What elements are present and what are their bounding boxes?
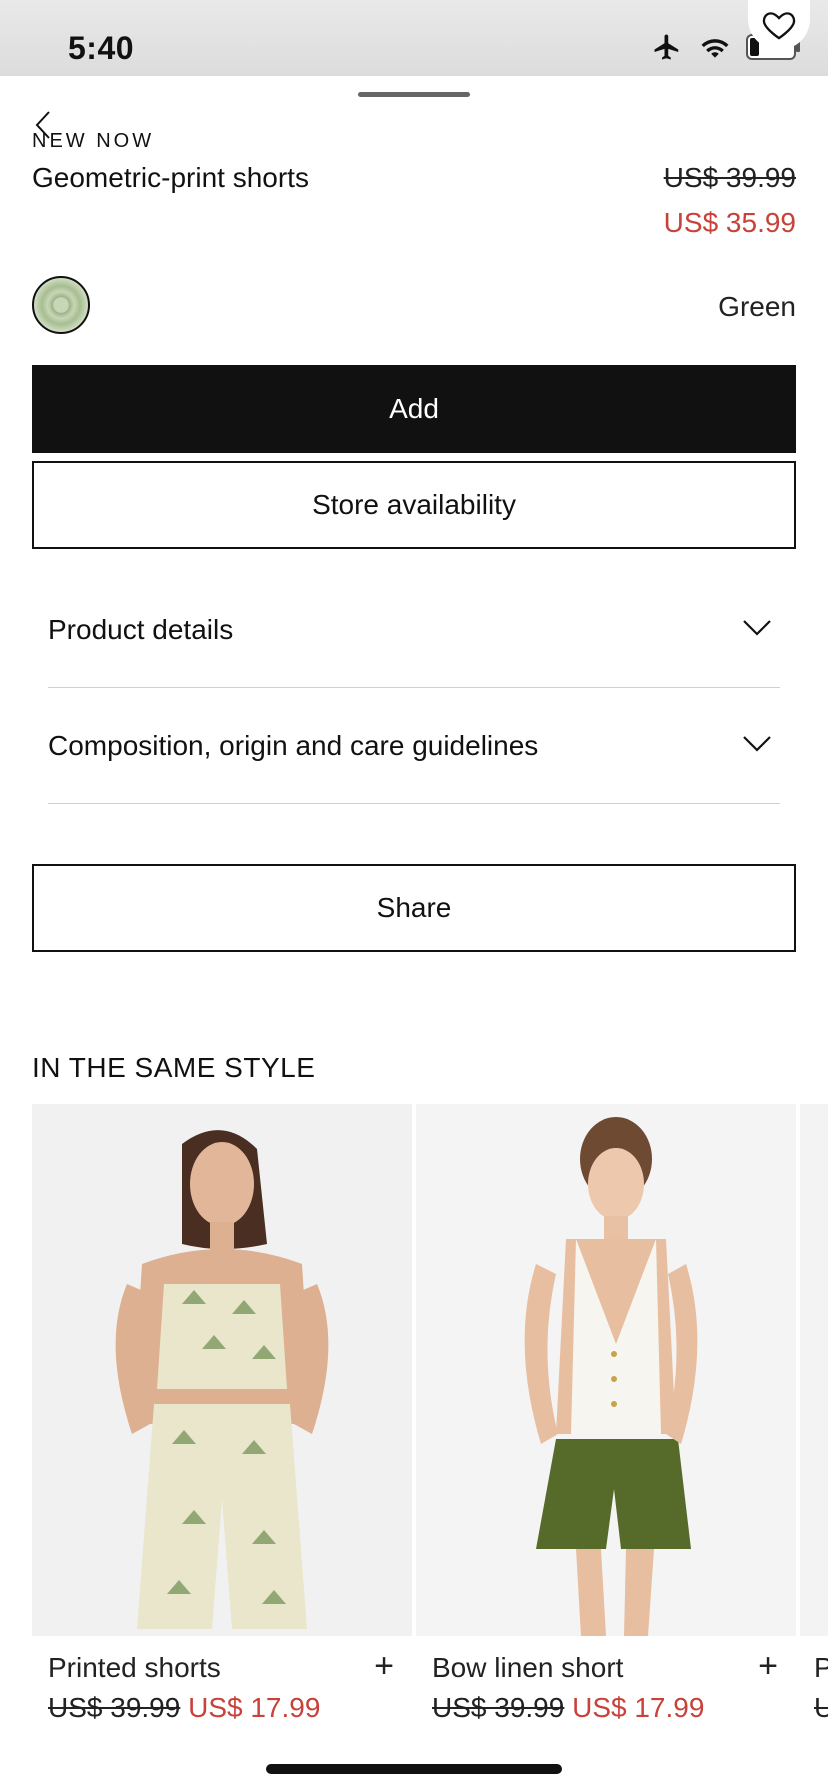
add-button-label: Add xyxy=(389,393,439,424)
product-image[interactable] xyxy=(32,1104,412,1636)
product-card-original-price: US$ 39.99 xyxy=(432,1692,565,1723)
heart-icon xyxy=(762,12,796,40)
add-to-bag-button[interactable]: Add xyxy=(32,365,796,453)
product-card-sale-price: US$ 17.99 xyxy=(188,1692,321,1723)
sheet-drag-handle[interactable] xyxy=(358,92,470,97)
selected-color-label: Green xyxy=(718,291,796,322)
product-card-sale-price: US$ 17.99 xyxy=(572,1692,705,1723)
product-card[interactable]: P xyxy=(798,1104,828,1684)
related-products-carousel[interactable]: Printed shorts + Bow linen short + P xyxy=(32,1104,828,1684)
related-prices-row: US$ 39.99 US$ 17.99 US$ 39.99 US$ 17.99 … xyxy=(32,1692,828,1732)
store-availability-label: Store availability xyxy=(312,489,516,520)
product-image[interactable] xyxy=(416,1104,796,1636)
accordion-composition-care[interactable]: Composition, origin and care guidelines xyxy=(48,688,780,804)
product-sale-price: US$ 35.99 xyxy=(663,207,796,238)
chevron-down-icon xyxy=(743,736,771,752)
related-section-title: IN THE SAME STYLE xyxy=(32,1052,316,1083)
product-image[interactable] xyxy=(798,1104,828,1636)
share-button[interactable]: Share xyxy=(32,864,796,952)
product-card-name: P xyxy=(814,1652,828,1683)
product-card-original-price: U xyxy=(814,1692,828,1723)
product-card-name: Printed shorts xyxy=(48,1652,221,1683)
product-card[interactable]: Bow linen short + xyxy=(416,1104,796,1684)
store-availability-button[interactable]: Store availability xyxy=(32,461,796,549)
status-bar: 5:40 xyxy=(0,0,828,76)
home-indicator[interactable] xyxy=(266,1764,562,1774)
status-time: 5:40 xyxy=(68,30,135,66)
product-kicker: NEW NOW xyxy=(32,130,155,152)
product-card[interactable]: Printed shorts + xyxy=(32,1104,412,1684)
product-title: Geometric-print shorts xyxy=(32,162,309,193)
color-swatch-green[interactable] xyxy=(32,276,90,334)
product-card-original-price: US$ 39.99 xyxy=(48,1692,181,1723)
product-card-prices: U xyxy=(814,1692,828,1724)
accordion-product-details[interactable]: Product details xyxy=(48,572,780,688)
product-card-prices: US$ 39.99 US$ 17.99 xyxy=(432,1692,704,1724)
product-card-prices: US$ 39.99 US$ 17.99 xyxy=(48,1692,320,1724)
chevron-down-icon xyxy=(743,620,771,636)
accordion-label: Product details xyxy=(48,614,234,645)
plus-icon[interactable]: + xyxy=(758,1647,778,1684)
airplane-icon xyxy=(654,34,679,60)
plus-icon[interactable]: + xyxy=(374,1647,394,1684)
accordion-label: Composition, origin and care guidelines xyxy=(48,730,539,761)
product-card-name: Bow linen short xyxy=(432,1652,624,1683)
share-button-label: Share xyxy=(376,892,452,923)
wifi-icon xyxy=(701,39,729,58)
product-original-price: US$ 39.99 xyxy=(663,162,796,193)
